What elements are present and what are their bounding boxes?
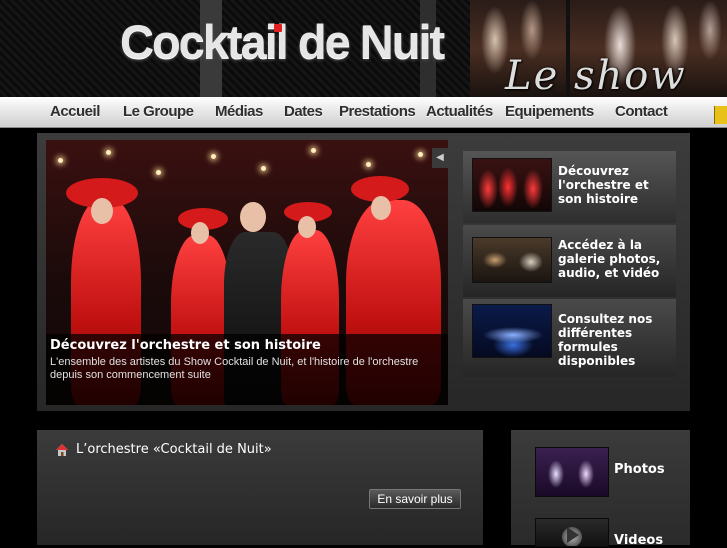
thumb-text-3[interactable]: Consultez nos différentes formules dispo… <box>558 312 673 368</box>
dancer-face <box>191 222 209 244</box>
nav-item-prestations[interactable]: Prestations <box>339 102 416 122</box>
stage-light <box>58 158 63 163</box>
nav-item-accueil[interactable]: Accueil <box>50 102 100 122</box>
caption-text: L'ensemble des artistes du Show Cocktail… <box>50 356 419 381</box>
photos-thumb[interactable] <box>535 447 609 497</box>
thumb-image <box>472 158 552 212</box>
play-icon <box>567 527 579 543</box>
thumb-text-1[interactable]: Découvrez l'orchestre et son histoire <box>558 164 673 206</box>
dancer-face <box>371 196 391 220</box>
nav-item-contact[interactable]: Contact <box>615 102 668 122</box>
nav-item-equipements[interactable]: Equipements <box>505 102 594 122</box>
side-tab[interactable] <box>714 106 727 124</box>
stage-light <box>211 154 216 159</box>
main-nav: Accueil Le Groupe Médias Dates Prestatio… <box>0 97 727 128</box>
en-savoir-plus-button[interactable]: En savoir plus <box>369 489 461 509</box>
videos-thumb[interactable] <box>535 518 609 547</box>
stage-light <box>156 170 161 175</box>
dancer-face <box>91 198 113 224</box>
media-link-photos[interactable]: Photos <box>614 462 665 477</box>
orchestre-title: L’orchestre «Cocktail de Nuit» <box>76 442 272 457</box>
nav-item-actualites[interactable]: Actualités <box>426 102 493 122</box>
slider-prev-button[interactable]: ◀ <box>432 148 448 168</box>
header-tagline: Le show <box>505 53 687 99</box>
house-icon <box>56 444 68 456</box>
stage-light <box>418 152 423 157</box>
media-link-videos[interactable]: Videos <box>614 533 663 548</box>
stage-light <box>311 148 316 153</box>
nav-item-medias[interactable]: Médias <box>215 102 263 122</box>
dancer-face <box>298 216 316 238</box>
nav-item-dates[interactable]: Dates <box>284 102 323 122</box>
singer-face <box>240 202 266 232</box>
logo-accent-dot <box>274 24 282 32</box>
stage-light <box>261 166 266 171</box>
stage-light <box>366 162 371 167</box>
triangle-left-icon: ◀ <box>436 152 444 163</box>
thumb-text-2[interactable]: Accédez à la galerie photos, audio, et v… <box>558 238 673 280</box>
caption-title[interactable]: Découvrez l'orchestre et son histoire <box>50 338 321 353</box>
stage-light <box>106 150 111 155</box>
thumb-image <box>472 304 552 358</box>
nav-item-le-groupe[interactable]: Le Groupe <box>123 102 194 122</box>
thumb-image <box>472 237 552 283</box>
